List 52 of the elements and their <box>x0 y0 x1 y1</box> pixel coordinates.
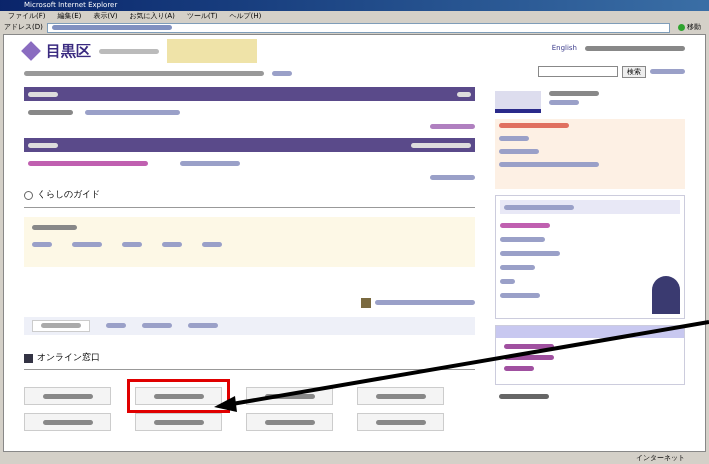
blurred-text <box>500 265 536 270</box>
blurred-text <box>122 242 142 246</box>
blurred-text <box>32 224 77 230</box>
blurred-text <box>500 279 516 284</box>
address-field[interactable] <box>46 22 670 32</box>
blurred-text <box>430 175 476 180</box>
blurred-text <box>457 92 472 96</box>
search-field[interactable] <box>538 66 618 78</box>
blurred-text <box>430 124 476 129</box>
blurred-text <box>28 92 58 96</box>
blurred-text <box>549 91 600 96</box>
blurred-text <box>202 242 222 246</box>
blurred-text <box>162 242 182 246</box>
blurred-text <box>42 420 92 424</box>
site-logo[interactable]: 目黒区 <box>46 40 91 62</box>
tab[interactable] <box>32 320 90 332</box>
banner-image[interactable] <box>495 91 542 113</box>
blurred-text <box>188 323 218 328</box>
blurred-text <box>154 420 204 424</box>
section-title: オンライン窓口 <box>37 352 100 364</box>
blurred-text <box>28 142 58 148</box>
blurred-text <box>504 204 574 210</box>
blurred-text <box>504 344 554 349</box>
blurred-text <box>272 71 292 76</box>
blurred-text <box>180 161 240 166</box>
blurred-text <box>499 394 550 399</box>
blurred-text <box>264 420 314 424</box>
blurred-text <box>500 293 540 298</box>
blurred-text <box>500 237 546 242</box>
blurred-text <box>499 136 530 141</box>
blurred-text <box>499 149 540 154</box>
blurred-text <box>500 251 560 256</box>
blurred-text <box>650 69 685 74</box>
blurred-text <box>504 366 534 371</box>
blurred-text <box>154 394 204 398</box>
blurred-text <box>99 48 159 54</box>
blurred-text <box>42 394 92 398</box>
blurred-text <box>264 394 314 398</box>
blurred-text <box>500 223 550 228</box>
section-title: くらしのガイド <box>37 189 100 202</box>
blurred-text <box>41 323 81 328</box>
blurred-text <box>32 242 52 246</box>
blurred-text <box>106 323 126 328</box>
blurred-text <box>504 355 554 360</box>
blurred-text <box>72 242 102 246</box>
blurred-text <box>411 142 472 148</box>
blurred-text <box>499 123 570 128</box>
blurred-text <box>142 323 172 328</box>
blurred-text <box>28 110 73 115</box>
blurred-text <box>376 420 426 424</box>
blurred-text <box>549 100 580 105</box>
blurred-text <box>376 394 426 398</box>
